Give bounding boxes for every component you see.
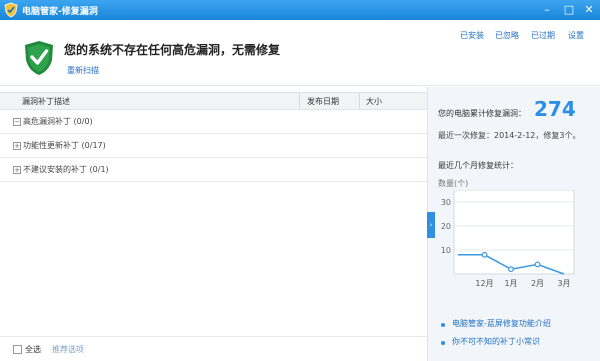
y-tick-label: 20 [441, 222, 451, 231]
recommend-options-link[interactable]: 推荐选项 [52, 344, 84, 355]
group-label: 功能性更新补丁 (0/17) [23, 141, 106, 150]
window-title: 电脑管家-修复漏洞 [22, 7, 98, 17]
column-divider [359, 93, 360, 109]
settings-link[interactable]: 设置 [568, 30, 584, 41]
status-header: 您的系统不存在任何高危漏洞，无需修复 重新扫描 已安装 已忽略 已过期 设置 [0, 20, 600, 86]
total-fixed-count: 274 [534, 97, 576, 121]
shield-check-icon [25, 41, 53, 75]
minimize-button[interactable]: – [536, 0, 558, 20]
column-description[interactable]: 漏洞补丁描述 [22, 96, 70, 107]
chart-unit-label: 数量(个) [438, 179, 469, 188]
rescan-link[interactable]: 重新扫描 [67, 65, 99, 76]
monthly-fix-chart: 10 20 30 12月 1月 2月 3月 [441, 190, 575, 288]
title-bar: 电脑管家-修复漏洞 – □ ✕ [0, 0, 600, 20]
x-tick-label: 3月 [557, 279, 570, 288]
close-button[interactable]: ✕ [578, 0, 600, 20]
stats-side-panel: 您的电脑累计修复漏洞： 274 最近一次修复：2014-2-12，修复3个。 最… [427, 87, 600, 361]
patch-table-header: 漏洞补丁描述 发布日期 大小 [0, 92, 427, 110]
patch-group-not-recommended[interactable]: + 不建议安装的补丁 (0/1) [0, 158, 427, 182]
x-tick-label: 1月 [504, 279, 517, 288]
select-all-checkbox[interactable] [13, 345, 22, 354]
data-point [508, 266, 514, 273]
bullet-icon [441, 341, 445, 345]
x-tick-label: 2月 [531, 279, 544, 288]
group-label: 高危漏洞补丁 (0/0) [23, 117, 93, 126]
expand-icon[interactable]: − [13, 118, 21, 126]
bullet-icon [441, 323, 445, 327]
column-divider [299, 93, 300, 109]
column-release-date[interactable]: 发布日期 [307, 96, 339, 107]
expand-icon[interactable]: + [13, 166, 21, 174]
total-fixed-label: 您的电脑累计修复漏洞： [438, 109, 526, 118]
x-tick-label: 12月 [475, 279, 493, 288]
select-all-label[interactable]: 全选 [25, 344, 41, 355]
data-point [534, 261, 541, 268]
patch-group-high-risk[interactable]: − 高危漏洞补丁 (0/0) [0, 110, 427, 134]
maximize-button[interactable]: □ [558, 0, 580, 20]
expired-link[interactable]: 已过期 [531, 30, 555, 41]
list-footer: 全选 推荐选项 [0, 336, 427, 361]
collapse-panel-toggle[interactable]: › [427, 212, 435, 238]
status-message: 您的系统不存在任何高危漏洞，无需修复 [64, 43, 281, 57]
data-point [481, 251, 488, 258]
y-tick-label: 10 [441, 246, 451, 255]
ignored-link[interactable]: 已忽略 [495, 30, 519, 41]
app-logo-icon [4, 2, 18, 18]
monthly-stats-label: 最近几个月修复统计： [438, 161, 518, 170]
patch-tips-link[interactable]: 你不可不知的补丁小常识 [452, 336, 540, 347]
patch-group-feature-updates[interactable]: + 功能性更新补丁 (0/17) [0, 134, 427, 158]
y-tick-label: 30 [441, 198, 451, 207]
group-label: 不建议安装的补丁 (0/1) [23, 165, 109, 174]
last-fix-info: 最近一次修复：2014-2-12，修复3个。 [438, 131, 581, 140]
installed-link[interactable]: 已安装 [460, 30, 484, 41]
bsod-repair-link[interactable]: 电脑管家-蓝屏修复功能介绍 [452, 318, 551, 329]
expand-icon[interactable]: + [13, 142, 21, 150]
column-size[interactable]: 大小 [366, 96, 382, 107]
